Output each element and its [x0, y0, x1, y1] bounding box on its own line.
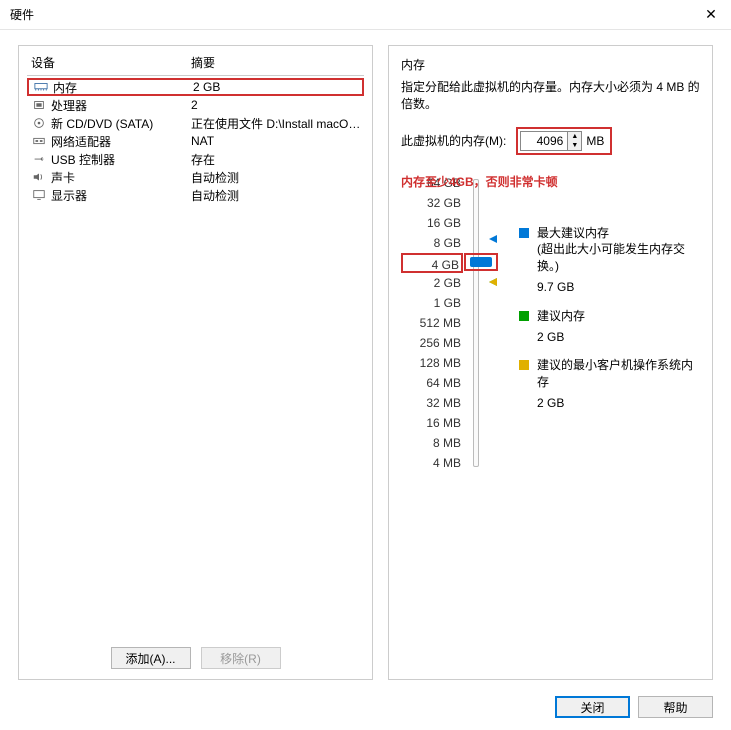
footer: 关闭 帮助: [555, 696, 713, 718]
device-name: 显示器: [51, 187, 191, 204]
device-buttons: 添加(A)... 移除(R): [27, 639, 364, 669]
spinner-up[interactable]: ▲: [568, 132, 581, 141]
display-icon: [31, 188, 47, 202]
device-summary: 自动检测: [191, 187, 364, 204]
titlebar: 硬件 ✕: [0, 0, 731, 30]
tick: 32 GB: [401, 193, 461, 213]
content: 设备 摘要 内存 2 GB 处理器 2 新 CD/DVD (SATA) 正在使用…: [0, 30, 731, 690]
device-row-cd[interactable]: 新 CD/DVD (SATA) 正在使用文件 D:\Install macOS.…: [27, 114, 364, 132]
legend-max: 最大建议内存 (超出此大小可能发生内存交换。) 9.7 GB: [519, 225, 699, 296]
legend-value: 2 GB: [537, 329, 699, 346]
device-row-cpu[interactable]: 处理器 2: [27, 96, 364, 114]
annotation: 内存至少4GB，否则非常卡顿: [401, 173, 558, 190]
remove-button: 移除(R): [201, 647, 281, 669]
tick: 32 MB: [401, 393, 461, 413]
memory-unit: MB: [586, 134, 604, 148]
spinner-down[interactable]: ▼: [568, 141, 581, 150]
device-row-sound[interactable]: 声卡 自动检测: [27, 168, 364, 186]
slider-track[interactable]: [469, 173, 489, 473]
network-icon: [31, 134, 47, 148]
panel-title: 内存: [401, 56, 700, 73]
tick: 16 GB: [401, 213, 461, 233]
device-panel: 设备 摘要 内存 2 GB 处理器 2 新 CD/DVD (SATA) 正在使用…: [18, 45, 373, 680]
tick: 8 MB: [401, 433, 461, 453]
device-row-net[interactable]: 网络适配器 NAT: [27, 132, 364, 150]
legend-note: (超出此大小可能发生内存交换。): [537, 241, 699, 275]
device-header: 设备 摘要: [27, 54, 364, 76]
tick: 4 MB: [401, 453, 461, 473]
legend-label: 建议的最小客户机操作系统内存: [537, 357, 699, 391]
legend-label: 建议内存: [537, 308, 699, 325]
memory-input-row: 此虚拟机的内存(M): ▲ ▼ MB: [401, 127, 700, 155]
col-device: 设备: [31, 54, 191, 71]
tick: 256 MB: [401, 333, 461, 353]
col-summary: 摘要: [191, 54, 215, 71]
tick-highlight: 4 GB: [401, 253, 463, 273]
window-title: 硬件: [10, 6, 691, 23]
close-dialog-button[interactable]: 关闭: [555, 696, 630, 718]
tick: 512 MB: [401, 313, 461, 333]
legend-label: 最大建议内存: [537, 225, 699, 242]
tick: 2 GB: [401, 273, 461, 293]
device-name: 网络适配器: [51, 133, 191, 150]
square-icon: [519, 228, 529, 238]
usb-icon: [31, 152, 47, 166]
device-summary: 正在使用文件 D:\Install macOS...: [191, 115, 364, 132]
memory-label: 此虚拟机的内存(M):: [401, 132, 506, 149]
help-button[interactable]: 帮助: [638, 696, 713, 718]
disc-icon: [31, 116, 47, 130]
slider-area: 64 GB 32 GB 16 GB 8 GB 4 GB 2 GB 1 GB 51…: [401, 173, 700, 473]
square-icon: [519, 311, 529, 321]
legend: 内存至少4GB，否则非常卡顿 最大建议内存 (超出此大小可能发生内存交换。) 9…: [519, 173, 699, 473]
device-name: 声卡: [51, 169, 191, 186]
device-summary: 自动检测: [191, 169, 364, 186]
memory-panel: 内存 指定分配给此虚拟机的内存量。内存大小必须为 4 MB 的倍数。 此虚拟机的…: [388, 45, 713, 680]
legend-rec: 建议内存 2 GB: [519, 308, 699, 346]
memory-input-highlight: ▲ ▼ MB: [516, 127, 612, 155]
legend-value: 9.7 GB: [537, 279, 699, 296]
device-row-display[interactable]: 显示器 自动检测: [27, 186, 364, 204]
device-row-usb[interactable]: USB 控制器 存在: [27, 150, 364, 168]
tick: 16 MB: [401, 413, 461, 433]
tick-labels: 64 GB 32 GB 16 GB 8 GB 4 GB 2 GB 1 GB 51…: [401, 173, 461, 473]
device-summary: 存在: [191, 151, 364, 168]
square-icon: [519, 360, 529, 370]
tick: 8 GB: [401, 233, 461, 253]
device-name: 新 CD/DVD (SATA): [51, 115, 191, 132]
device-summary: NAT: [191, 134, 364, 148]
legend-value: 2 GB: [537, 395, 699, 412]
device-row-memory[interactable]: 内存 2 GB: [27, 78, 364, 96]
panel-desc: 指定分配给此虚拟机的内存量。内存大小必须为 4 MB 的倍数。: [401, 79, 700, 113]
sound-icon: [31, 170, 47, 184]
cpu-icon: [31, 98, 47, 112]
device-name: 内存: [53, 79, 193, 96]
tick: 128 MB: [401, 353, 461, 373]
device-name: USB 控制器: [51, 151, 191, 168]
legend-min: 建议的最小客户机操作系统内存 2 GB: [519, 357, 699, 411]
device-list: 内存 2 GB 处理器 2 新 CD/DVD (SATA) 正在使用文件 D:\…: [27, 78, 364, 639]
tick: 1 GB: [401, 293, 461, 313]
device-summary: 2: [191, 98, 364, 112]
memory-spinner[interactable]: ▲ ▼: [520, 131, 582, 151]
close-button[interactable]: ✕: [691, 0, 731, 30]
tick: 64 MB: [401, 373, 461, 393]
memory-icon: [33, 80, 49, 94]
marker-min: [489, 278, 497, 286]
device-summary: 2 GB: [193, 80, 362, 94]
thumb-highlight: [464, 253, 498, 271]
marker-max: [489, 235, 497, 243]
device-name: 处理器: [51, 97, 191, 114]
memory-input[interactable]: [521, 134, 567, 148]
add-button[interactable]: 添加(A)...: [111, 647, 191, 669]
